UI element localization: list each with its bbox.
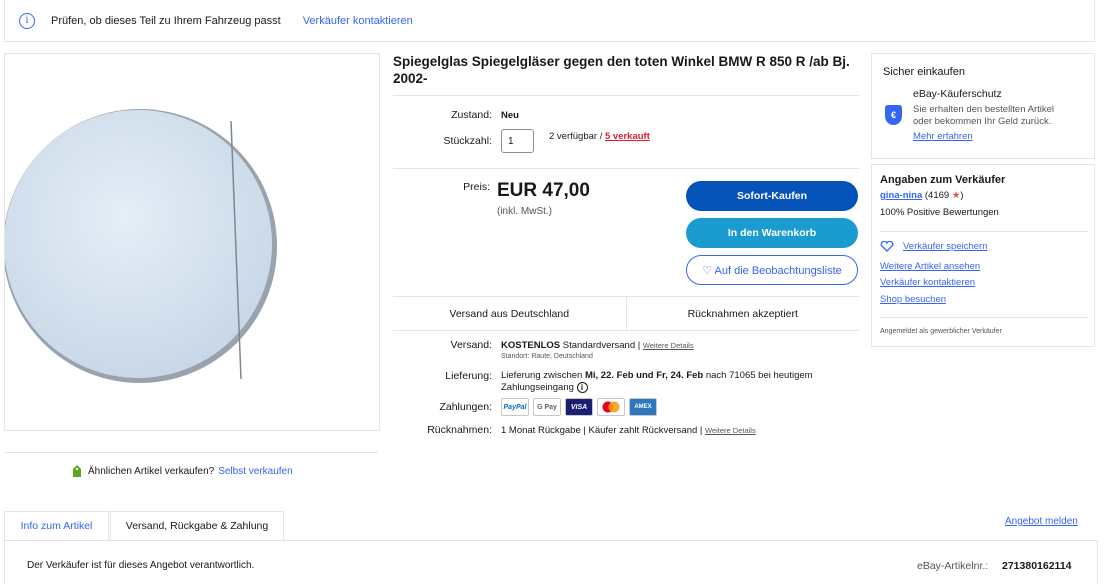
delivery-label: Lieferung:	[445, 370, 492, 382]
paypal-icon: PayPal	[501, 398, 529, 416]
mastercard-icon	[602, 401, 620, 413]
availability: 2 verfügbar / 5 verkauft	[549, 131, 650, 142]
payment-methods: PayPal G Pay VISA AMEX	[501, 398, 657, 416]
feedback-score: (4169	[924, 190, 950, 201]
learn-more-link[interactable]: Mehr erfahren	[913, 131, 973, 142]
protection-line1: Sie erhalten den bestellten Artikel	[913, 104, 1055, 115]
sell-similar-text: Ähnlichen Artikel verkaufen?	[88, 466, 215, 477]
tag-icon	[73, 465, 81, 477]
seller-heading: Angaben zum Verkäufer	[880, 174, 1006, 186]
sell-similar: Ähnlichen Artikel verkaufen? Selbst verk…	[72, 465, 293, 478]
add-to-watchlist-button[interactable]: ♡ Auf die Beobachtungsliste	[686, 255, 858, 285]
returns-more-link[interactable]: Weitere Details	[705, 426, 756, 435]
condition-value: Neu	[501, 110, 519, 121]
page-title: Spiegelglas Spiegelgläser gegen den tote…	[393, 54, 850, 86]
product-image[interactable]	[4, 53, 380, 431]
returns-accepted: Rücknahmen akzeptiert	[687, 307, 798, 320]
safe-buy-heading: Sicher einkaufen	[883, 66, 965, 78]
delivery-line2: Zahlungseingang	[501, 382, 574, 393]
fitment-banner: i Prüfen, ob dieses Teil zu Ihrem Fahrze…	[4, 0, 1095, 42]
contact-seller-card-link[interactable]: Verkäufer kontaktieren	[880, 277, 975, 288]
available-text: 2 verfügbar /	[549, 131, 603, 142]
buyer-protection-title: eBay-Käuferschutz	[913, 88, 1002, 100]
report-listing-link[interactable]: Angebot melden	[1005, 516, 1078, 527]
price-vat-note: (inkl. MwSt.)	[497, 206, 552, 217]
returns-text: 1 Monat Rückgabe | Käufer zahlt Rückvers…	[501, 425, 703, 436]
tab-item-info[interactable]: Info zum Artikel	[4, 511, 109, 541]
amex-icon: AMEX	[629, 398, 657, 416]
delivery-pre: Lieferung zwischen	[501, 370, 583, 381]
buyer-protection-card: Sicher einkaufen € eBay-Käuferschutz Sie…	[871, 53, 1095, 159]
seller-name-link[interactable]: gina-nina	[880, 190, 922, 201]
delivery-dates: Mi, 22. Feb und Fr, 24. Feb	[584, 370, 704, 381]
shield-icon: €	[885, 105, 902, 125]
quantity-input[interactable]: 1	[501, 129, 534, 153]
quantity-label: Stückzahl:	[443, 135, 492, 147]
price-label: Preis:	[463, 181, 490, 193]
save-seller[interactable]: Verkäufer speichern	[880, 241, 988, 252]
tab-shipping-returns[interactable]: Versand, Rückgabe & Zahlung	[110, 511, 284, 541]
delivery-post: nach 71065 bei heutigem	[705, 370, 813, 381]
visa-icon: VISA	[565, 398, 593, 416]
shipping-free: KOSTENLOS	[501, 340, 561, 351]
seller-responsible-note: Der Verkäufer ist für dieses Angebot ver…	[27, 560, 255, 571]
more-items-link[interactable]: Weitere Artikel ansehen	[880, 261, 980, 272]
delivery-value: Lieferung zwischen Mi, 22. Feb und Fr, 2…	[501, 370, 851, 394]
feedback-score-close: )	[960, 190, 964, 201]
heart-icon	[880, 241, 894, 252]
info-icon: i	[19, 12, 35, 29]
mastercard-icon	[597, 398, 625, 416]
mirror-glass-image	[5, 109, 277, 383]
seller-info-card: Angaben zum Verkäufer gina-nina (4169 ★)…	[871, 164, 1095, 347]
item-location: Standort: Raute, Deutschland	[501, 353, 593, 360]
item-number: 271380162114	[1002, 560, 1072, 572]
shipping-label: Versand:	[450, 339, 492, 351]
fitment-text: Prüfen, ob dieses Teil zu Ihrem Fahrzeug…	[51, 14, 281, 27]
save-seller-link[interactable]: Verkäufer speichern	[903, 241, 988, 252]
condition-label: Zustand:	[451, 109, 492, 121]
delivery-info-icon[interactable]: i	[576, 382, 588, 393]
price-value: EUR 47,00	[497, 180, 590, 201]
positive-feedback: 100% Positive Bewertungen	[880, 207, 999, 218]
payments-label: Zahlungen:	[439, 401, 492, 413]
visit-shop-link[interactable]: Shop besuchen	[880, 294, 946, 305]
shipping-type: Standardversand |	[562, 340, 641, 351]
shipping-value: KOSTENLOS Standardversand | Weitere Deta…	[501, 340, 694, 351]
item-number-label: eBay-Artikelnr.:	[917, 560, 989, 572]
seller-name-row: gina-nina (4169 ★)	[880, 190, 964, 201]
buy-now-button[interactable]: Sofort-Kaufen	[686, 181, 858, 211]
add-to-cart-button[interactable]: In den Warenkorb	[686, 218, 858, 248]
item-tabs: Info zum Artikel Versand, Rückgabe & Zah…	[4, 511, 284, 541]
contact-seller-link[interactable]: Verkäufer kontaktieren	[303, 15, 413, 27]
sold-link[interactable]: 5 verkauft	[605, 131, 650, 142]
protection-line2: oder bekommen Ihr Geld zurück.	[913, 116, 1052, 127]
returns-value: 1 Monat Rückgabe | Käufer zahlt Rückvers…	[501, 425, 756, 436]
returns-label: Rücknahmen:	[427, 424, 492, 436]
business-seller-note: Angemeldet als gewerblicher Verkäufer	[880, 328, 1002, 335]
shipping-returns-strip: Versand aus Deutschland Rücknahmen akzep…	[393, 296, 859, 331]
sell-yourself-link[interactable]: Selbst verkaufen	[218, 466, 293, 477]
tab-panel: Der Verkäufer ist für dieses Angebot ver…	[4, 540, 1098, 584]
google-pay-icon: G Pay	[533, 398, 561, 416]
shipping-more-link[interactable]: Weitere Details	[643, 341, 694, 350]
ships-from: Versand aus Deutschland	[393, 297, 627, 330]
